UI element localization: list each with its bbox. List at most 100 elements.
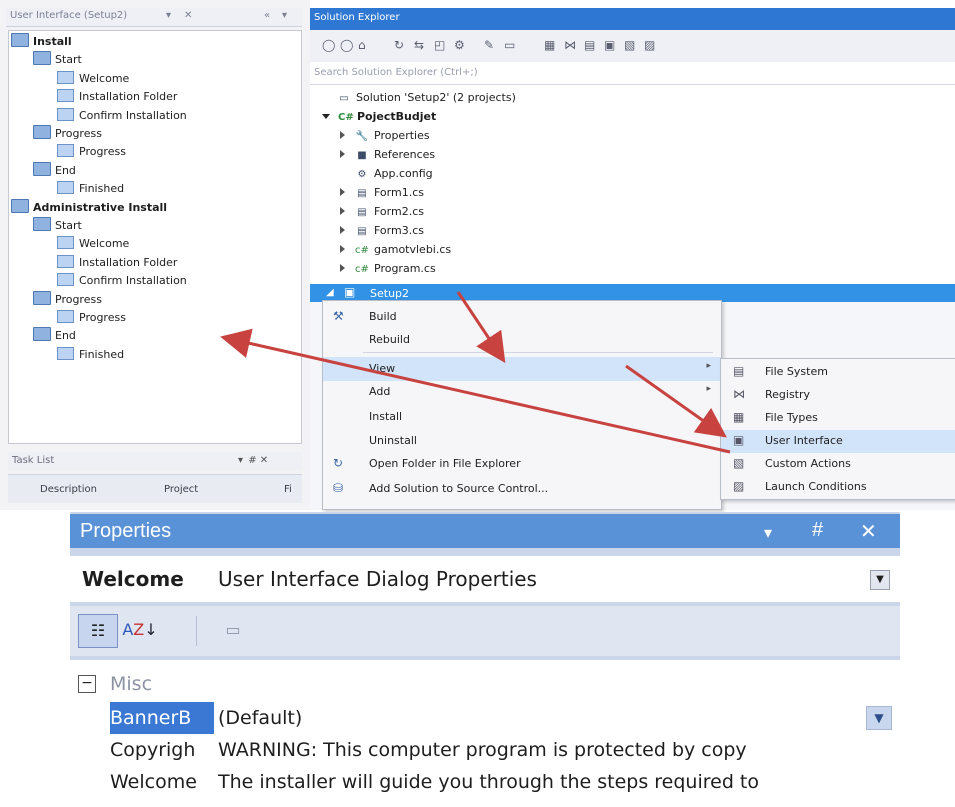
collapse-icon[interactable]: ◰ <box>434 38 445 52</box>
property-row-banner[interactable]: BannerB (Default) ▼ <box>70 702 900 734</box>
file-system-icon[interactable]: ▦ <box>544 38 555 52</box>
submenu-item-custom-actions[interactable]: ▧ Custom Actions <box>721 453 955 476</box>
tree-node[interactable]: Install <box>11 33 72 50</box>
menu-item-build[interactable]: ⚒ Build <box>323 305 721 329</box>
menu-item-view[interactable]: View ▸ <box>323 357 721 381</box>
close-icon[interactable]: ✕ <box>860 519 877 544</box>
file-types-icon[interactable]: ▤ <box>584 38 595 52</box>
sync-icon[interactable]: ↻ <box>394 38 404 52</box>
launch-conditions-icon[interactable]: ▨ <box>644 38 655 52</box>
solution-tree-node[interactable]: ▤ Form3.cs <box>340 221 424 240</box>
solution-tree-node[interactable]: ▤ Form2.cs <box>340 202 424 221</box>
solution-explorer-search[interactable]: Search Solution Explorer (Ctrl+;) <box>310 62 955 85</box>
tree-node[interactable]: Welcome <box>57 235 129 252</box>
solution-tree-node[interactable]: 🔧 Properties <box>340 126 430 145</box>
submenu-item-registry[interactable]: ⋈ Registry <box>721 384 955 407</box>
back-icon[interactable]: ◯ <box>322 38 335 52</box>
solution-tree-node[interactable]: C# PojectBudjet <box>322 107 436 126</box>
task-list-header[interactable]: Task List ▾ # ✕ <box>8 452 302 470</box>
expander-expanded-icon[interactable] <box>322 114 330 119</box>
custom-actions-icon[interactable]: ▧ <box>624 38 635 52</box>
user-interface-icon[interactable]: ▣ <box>604 38 615 52</box>
solution-tree-node[interactable]: ▭ Solution 'Setup2' (2 projects) <box>322 88 516 107</box>
column-header-project[interactable]: Project <box>164 484 198 495</box>
registry-icon: ⋈ <box>733 387 745 401</box>
expander-collapsed-icon[interactable] <box>340 131 345 139</box>
solution-explorer-titlebar[interactable]: Solution Explorer <box>310 8 955 30</box>
expander-collapsed-icon[interactable] <box>340 188 345 196</box>
tree-node[interactable]: Confirm Installation <box>57 107 187 124</box>
solution-tree-node[interactable]: ▤ Form1.cs <box>340 183 424 202</box>
category-misc[interactable]: − Misc <box>70 668 900 700</box>
menu-item-open-folder-in-file-explorer[interactable]: ↻ Open Folder in File Explorer <box>323 452 721 476</box>
csharp-file-icon: c# <box>355 245 369 256</box>
property-pages-icon[interactable]: ▭ <box>214 614 252 646</box>
solution-tree-node[interactable]: ■ References <box>340 145 435 164</box>
expander-expanded-icon[interactable]: ◢ <box>326 287 334 298</box>
tree-node[interactable]: Progress <box>33 290 102 308</box>
task-list-controls[interactable]: ▾ # ✕ <box>238 455 268 466</box>
properties-icon[interactable]: ⚙ <box>454 38 465 52</box>
tab-list-dropdown-icon[interactable]: ▾ <box>282 10 287 21</box>
registry-icon[interactable]: ⋈ <box>564 38 576 52</box>
menu-item-install[interactable]: Install <box>323 405 721 429</box>
tree-node[interactable]: Welcome <box>57 70 129 87</box>
solution-tree-node[interactable]: c# gamotvlebi.cs <box>340 240 451 259</box>
column-header-description[interactable]: Description <box>40 484 97 495</box>
view-icon[interactable]: ▭ <box>504 38 515 52</box>
expander-collapsed-icon[interactable] <box>340 264 345 272</box>
tree-node[interactable]: Progress <box>57 143 126 160</box>
submenu-item-user-interface[interactable]: ▣ User Interface <box>721 430 955 453</box>
folder-icon <box>11 198 29 213</box>
alphabetical-icon[interactable]: AZ↓ <box>122 614 158 646</box>
expander-collapsed-icon[interactable] <box>340 245 345 253</box>
property-value[interactable]: (Default) <box>218 702 898 734</box>
menu-item-uninstall[interactable]: Uninstall <box>323 429 721 453</box>
forward-icon[interactable]: ◯ <box>340 38 353 52</box>
submenu-item-launch-conditions[interactable]: ▨ Launch Conditions <box>721 476 955 499</box>
collapse-icon[interactable]: − <box>78 675 96 693</box>
tab-dropdown-icon[interactable]: ▾ <box>166 10 171 21</box>
tree-node[interactable]: Start <box>33 51 82 68</box>
home-icon[interactable]: ⌂ <box>358 38 366 52</box>
column-header-file[interactable]: Fi <box>284 484 292 495</box>
object-selector[interactable]: Welcome User Interface Dialog Properties… <box>70 556 900 602</box>
submenu-item-file-types[interactable]: ▦ File Types <box>721 407 955 430</box>
user-interface-tab[interactable]: User Interface (Setup2) ▾ ✕ « ▾ <box>6 8 302 27</box>
tree-node[interactable]: End <box>33 327 76 344</box>
menu-item-add-solution-to-source-control[interactable]: ⛁ Add Solution to Source Control... <box>323 477 721 501</box>
solution-tree-node[interactable]: ⚙ App.config <box>340 164 433 183</box>
tree-node[interactable]: Progress <box>57 309 126 326</box>
property-value[interactable]: The installer will guide you through the… <box>218 766 898 798</box>
tree-node[interactable]: Installation Folder <box>57 254 177 271</box>
tree-node[interactable]: Start <box>33 217 82 234</box>
solution-tree-node[interactable]: c# Program.cs <box>340 259 436 278</box>
menu-item-add[interactable]: Add ▸ <box>323 380 721 404</box>
tree-node[interactable]: Installation Folder <box>57 88 177 105</box>
property-row-copyright[interactable]: Copyrigh WARNING: This computer program … <box>70 734 900 766</box>
chevron-down-icon[interactable]: ▼ <box>870 570 890 590</box>
tree-node[interactable]: Finished <box>57 346 124 363</box>
tree-node[interactable]: Finished <box>57 180 124 197</box>
pin-icon[interactable]: ✎ <box>484 38 494 52</box>
expander-collapsed-icon[interactable] <box>340 207 345 215</box>
user-interface-tree: Install Start Welcome Installation Folder Co… <box>8 30 302 444</box>
tree-node[interactable]: Confirm Installation <box>57 272 187 289</box>
tab-scroll-icon[interactable]: « <box>264 10 270 21</box>
expander-collapsed-icon[interactable] <box>340 150 345 158</box>
tree-node[interactable]: End <box>33 161 76 179</box>
properties-titlebar[interactable]: Properties ▾ # ✕ <box>70 514 900 548</box>
pin-icon[interactable]: # <box>812 519 823 542</box>
refresh-icon[interactable]: ⇆ <box>414 38 424 52</box>
submenu-item-file-system[interactable]: ▤ File System <box>721 361 955 384</box>
expander-collapsed-icon[interactable] <box>340 226 345 234</box>
property-row-welcome[interactable]: Welcome The installer will guide you thr… <box>70 766 900 798</box>
tree-node[interactable]: Progress <box>33 125 102 142</box>
chevron-down-icon[interactable]: ▼ <box>866 706 892 730</box>
tree-node[interactable]: Administrative Install <box>11 198 167 216</box>
menu-item-rebuild[interactable]: Rebuild <box>323 328 721 352</box>
dropdown-icon[interactable]: ▾ <box>764 523 772 543</box>
tab-close-icon[interactable]: ✕ <box>184 10 192 21</box>
categorized-icon[interactable]: ☷ <box>78 614 118 648</box>
property-value[interactable]: WARNING: This computer program is protec… <box>218 734 898 766</box>
